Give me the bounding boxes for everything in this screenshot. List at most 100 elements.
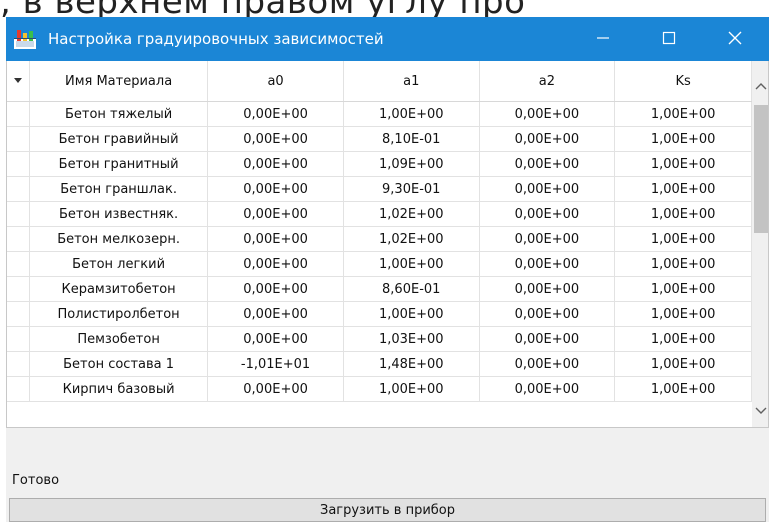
table-row[interactable]: Полистиролбетон 0,00E+00 1,00E+00 0,00E+… — [7, 301, 752, 327]
a2-cell[interactable]: 0,00E+00 — [479, 376, 616, 402]
ks-cell[interactable]: 1,00E+00 — [614, 226, 752, 252]
a0-cell[interactable]: 0,00E+00 — [207, 301, 344, 327]
chevron-down-icon — [755, 400, 767, 419]
ks-cell[interactable]: 1,00E+00 — [614, 376, 752, 402]
a1-cell[interactable]: 9,30E-01 — [343, 176, 480, 202]
a1-cell[interactable]: 1,03E+00 — [343, 326, 480, 352]
a2-cell[interactable]: 0,00E+00 — [479, 251, 616, 277]
ks-cell[interactable]: 1,00E+00 — [614, 201, 752, 227]
load-to-device-button[interactable]: Загрузить в прибор — [9, 498, 766, 522]
vertical-scrollbar[interactable] — [752, 61, 768, 427]
material-name-cell[interactable]: Бетон тяжелый — [29, 101, 209, 127]
a1-cell[interactable]: 1,00E+00 — [343, 251, 480, 277]
a0-cell[interactable]: 0,00E+00 — [207, 201, 344, 227]
ks-cell[interactable]: 1,00E+00 — [614, 351, 752, 377]
a2-cell[interactable]: 0,00E+00 — [479, 326, 616, 352]
column-header-ks[interactable]: Ks — [614, 61, 752, 102]
a1-cell[interactable]: 1,00E+00 — [343, 101, 480, 127]
ks-cell[interactable]: 1,00E+00 — [614, 126, 752, 152]
a0-cell[interactable]: 0,00E+00 — [207, 376, 344, 402]
column-header-a2[interactable]: a2 — [479, 61, 616, 102]
row-selector[interactable] — [7, 376, 30, 402]
row-selector[interactable] — [7, 251, 30, 277]
a1-cell[interactable]: 1,48E+00 — [343, 351, 480, 377]
a2-cell[interactable]: 0,00E+00 — [479, 226, 616, 252]
column-chooser[interactable] — [7, 61, 30, 102]
ks-cell[interactable]: 1,00E+00 — [614, 251, 752, 277]
a2-cell[interactable]: 0,00E+00 — [479, 276, 616, 302]
row-selector[interactable] — [7, 326, 30, 352]
table-row[interactable]: Бетон легкий 0,00E+00 1,00E+00 0,00E+00 … — [7, 251, 752, 277]
table-row[interactable]: Кирпич базовый 0,00E+00 1,00E+00 0,00E+0… — [7, 376, 752, 402]
material-name-cell[interactable]: Бетон гранитный — [29, 151, 209, 177]
a1-cell[interactable]: 1,00E+00 — [343, 376, 480, 402]
maximize-button[interactable] — [646, 17, 692, 61]
a1-cell[interactable]: 1,02E+00 — [343, 226, 480, 252]
close-button[interactable] — [712, 17, 758, 61]
ks-cell[interactable]: 1,00E+00 — [614, 151, 752, 177]
a1-cell[interactable]: 1,09E+00 — [343, 151, 480, 177]
a1-cell[interactable]: 1,00E+00 — [343, 301, 480, 327]
table-row[interactable]: Бетон гранитный 0,00E+00 1,09E+00 0,00E+… — [7, 151, 752, 177]
table-row[interactable]: Бетон известняк. 0,00E+00 1,02E+00 0,00E… — [7, 201, 752, 227]
table-row[interactable]: Бетон гравийный 0,00E+00 8,10E-01 0,00E+… — [7, 126, 752, 152]
a1-cell[interactable]: 8,60E-01 — [343, 276, 480, 302]
table-row[interactable]: Пемзобетон 0,00E+00 1,03E+00 0,00E+00 1,… — [7, 326, 752, 352]
ks-cell[interactable]: 1,00E+00 — [614, 301, 752, 327]
row-selector[interactable] — [7, 201, 30, 227]
row-selector[interactable] — [7, 176, 30, 202]
material-name-cell[interactable]: Полистиролбетон — [29, 301, 209, 327]
a0-cell[interactable]: 0,00E+00 — [207, 276, 344, 302]
material-name-cell[interactable]: Пемзобетон — [29, 326, 209, 352]
row-selector[interactable] — [7, 226, 30, 252]
a2-cell[interactable]: 0,00E+00 — [479, 351, 616, 377]
a2-cell[interactable]: 0,00E+00 — [479, 176, 616, 202]
table-row[interactable]: Бетон мелкозерн. 0,00E+00 1,02E+00 0,00E… — [7, 226, 752, 252]
title-bar[interactable]: Настройка градуировочных зависимостей — [6, 17, 769, 61]
column-header-a1[interactable]: a1 — [343, 61, 480, 102]
row-selector[interactable] — [7, 276, 30, 302]
material-name-cell[interactable]: Бетон состава 1 — [29, 351, 209, 377]
material-name-cell[interactable]: Бетон мелкозерн. — [29, 226, 209, 252]
a0-cell[interactable]: 0,00E+00 — [207, 176, 344, 202]
a1-cell[interactable]: 1,02E+00 — [343, 201, 480, 227]
a0-cell[interactable]: 0,00E+00 — [207, 101, 344, 127]
table-row[interactable]: Бетон состава 1 -1,01E+01 1,48E+00 0,00E… — [7, 351, 752, 377]
a0-cell[interactable]: 0,00E+00 — [207, 151, 344, 177]
material-name-cell[interactable]: Бетон легкий — [29, 251, 209, 277]
ks-cell[interactable]: 1,00E+00 — [614, 326, 752, 352]
a2-cell[interactable]: 0,00E+00 — [479, 151, 616, 177]
minimize-button[interactable] — [580, 17, 626, 61]
material-name-cell[interactable]: Бетон граншлак. — [29, 176, 209, 202]
a1-cell[interactable]: 8,10E-01 — [343, 126, 480, 152]
column-header-a0[interactable]: a0 — [207, 61, 344, 102]
a2-cell[interactable]: 0,00E+00 — [479, 201, 616, 227]
material-name-cell[interactable]: Кирпич базовый — [29, 376, 209, 402]
scroll-thumb[interactable] — [754, 105, 768, 233]
scroll-down-button[interactable] — [752, 400, 768, 419]
a2-cell[interactable]: 0,00E+00 — [479, 301, 616, 327]
row-selector[interactable] — [7, 351, 30, 377]
ks-cell[interactable]: 1,00E+00 — [614, 101, 752, 127]
a2-cell[interactable]: 0,00E+00 — [479, 126, 616, 152]
a0-cell[interactable]: 0,00E+00 — [207, 126, 344, 152]
row-selector[interactable] — [7, 101, 30, 127]
a0-cell[interactable]: 0,00E+00 — [207, 326, 344, 352]
material-name-cell[interactable]: Керамзитобетон — [29, 276, 209, 302]
a0-cell[interactable]: 0,00E+00 — [207, 226, 344, 252]
material-name-cell[interactable]: Бетон гравийный — [29, 126, 209, 152]
table-row[interactable]: Бетон тяжелый 0,00E+00 1,00E+00 0,00E+00… — [7, 101, 752, 127]
row-selector[interactable] — [7, 151, 30, 177]
row-selector[interactable] — [7, 126, 30, 152]
column-header-name[interactable]: Имя Материала — [29, 61, 209, 102]
material-name-cell[interactable]: Бетон известняк. — [29, 201, 209, 227]
row-selector[interactable] — [7, 301, 30, 327]
a0-cell[interactable]: -1,01E+01 — [207, 351, 344, 377]
ks-cell[interactable]: 1,00E+00 — [614, 276, 752, 302]
a0-cell[interactable]: 0,00E+00 — [207, 251, 344, 277]
a2-cell[interactable]: 0,00E+00 — [479, 101, 616, 127]
table-row[interactable]: Керамзитобетон 0,00E+00 8,60E-01 0,00E+0… — [7, 276, 752, 302]
scroll-up-button[interactable] — [752, 75, 768, 93]
ks-cell[interactable]: 1,00E+00 — [614, 176, 752, 202]
table-row[interactable]: Бетон граншлак. 0,00E+00 9,30E-01 0,00E+… — [7, 176, 752, 202]
